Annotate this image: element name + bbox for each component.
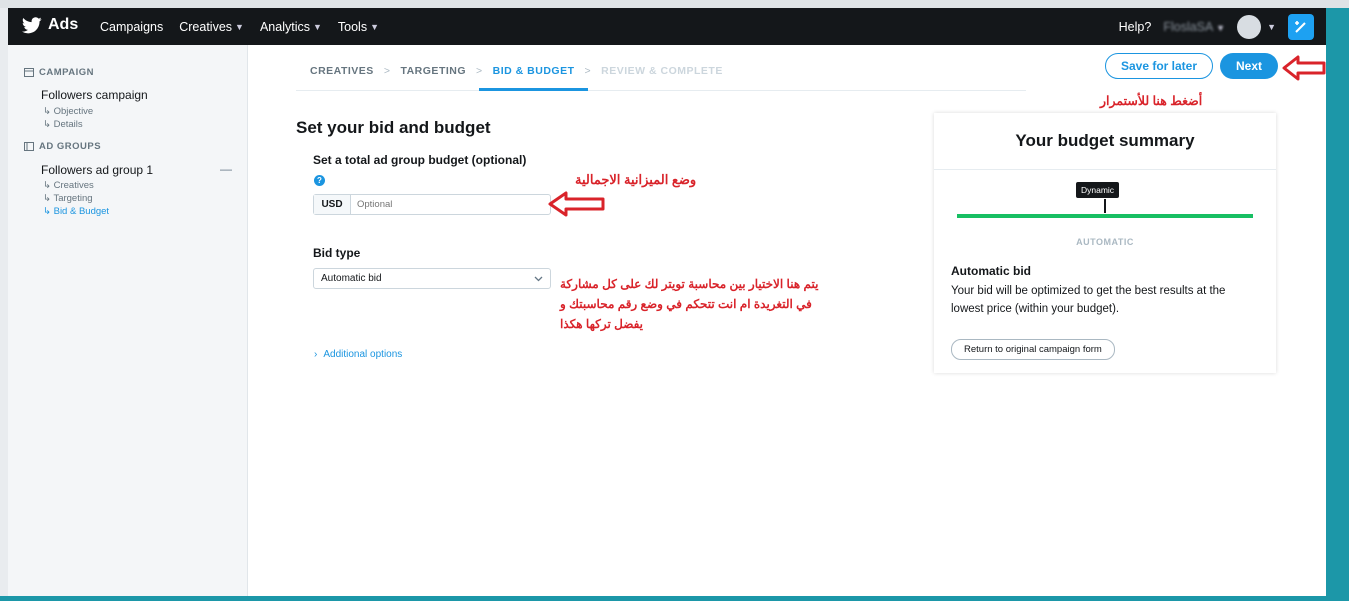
brand-label: Ads — [48, 16, 79, 33]
top-navigation-bar: Ads Campaigns Creatives ▼ Analytics ▼ Tool… — [8, 8, 1326, 45]
chevron-down-icon — [534, 276, 543, 281]
chevron-down-icon: ▼ — [370, 21, 380, 32]
adgroups-heading-label: AD GROUPS — [39, 141, 102, 152]
annotation-next: أضغط هنا للأستمرار — [1100, 94, 1203, 108]
chevron-down-icon: ▼ — [1216, 22, 1226, 33]
adgroups-icon — [24, 142, 34, 151]
twitter-bird-icon — [22, 16, 42, 33]
chevron-down-icon: ▼ — [312, 21, 322, 32]
adgroups-heading: AD GROUPS — [24, 141, 101, 152]
dynamic-marker — [1104, 199, 1106, 213]
sidebar-item-bid-budget[interactable]: ↳ Bid & Budget — [43, 206, 109, 217]
step-separator: > — [584, 65, 592, 77]
help-icon[interactable]: ? — [314, 175, 325, 186]
campaign-sidebar: CAMPAIGN Followers campaign ↳ Objective … — [8, 45, 248, 596]
save-for-later-button[interactable]: Save for later — [1105, 53, 1213, 79]
budget-summary-title: Your budget summary — [934, 113, 1276, 170]
step-separator: > — [383, 65, 391, 77]
step-creatives[interactable]: CREATIVES — [310, 65, 374, 77]
sidebar-item-label: Details — [53, 119, 83, 130]
nav-analytics-label: Analytics — [259, 19, 310, 34]
additional-options-label: Additional options — [323, 349, 403, 360]
account-switcher[interactable]: FloslaSA ▼ — [1163, 20, 1225, 34]
budget-field: USD — [313, 194, 551, 215]
sidebar-item-label: Targeting — [53, 193, 93, 204]
nav-tools[interactable]: Tools ▼ — [338, 20, 379, 34]
active-step-indicator — [479, 88, 588, 91]
compose-icon — [1295, 20, 1306, 33]
page-title: Set your bid and budget — [296, 118, 491, 137]
bid-range-bar — [957, 214, 1253, 218]
nav-tools-label: Tools — [337, 19, 368, 34]
profile-menu[interactable]: ▼ — [1237, 14, 1276, 39]
annotation-bid-line-2: في التغريدة ام انت تتحكم في وضع رقم محاس… — [560, 297, 812, 311]
steps-divider — [296, 90, 1026, 91]
campaign-icon — [24, 68, 34, 77]
annotation-budget: وضع الميزانية الاجمالية — [575, 172, 697, 187]
sidebar-adgroup-name[interactable]: Followers ad group 1 — [41, 163, 153, 177]
budget-input[interactable] — [351, 195, 550, 214]
bid-type-select[interactable]: Automatic bid — [313, 268, 551, 289]
sidebar-campaign-name[interactable]: Followers campaign — [41, 88, 148, 102]
bid-mode-label: AUTOMATIC — [1076, 237, 1134, 247]
chevron-down-icon: ▼ — [1267, 21, 1276, 32]
sidebar-item-objective[interactable]: ↳ Objective — [43, 106, 93, 117]
currency-prefix: USD — [314, 195, 351, 214]
nav-campaigns[interactable]: Campaigns — [100, 20, 163, 34]
nav-creatives-label: Creatives — [179, 19, 233, 34]
nav-campaigns-label: Campaigns — [100, 19, 164, 34]
next-button[interactable]: Next — [1220, 53, 1278, 79]
step-bid-budget[interactable]: BID & BUDGET — [493, 65, 575, 77]
chevron-down-icon: ▼ — [235, 21, 244, 32]
step-review-complete: REVIEW & COMPLETE — [601, 65, 723, 77]
chevron-right-icon: › — [314, 349, 318, 360]
return-to-campaign-form-button[interactable]: Return to original campaign form — [951, 339, 1115, 360]
bid-type-value: Automatic bid — [321, 273, 382, 284]
automatic-bid-description: Your bid will be optimized to get the be… — [951, 285, 1226, 315]
automatic-bid-title: Automatic bid — [951, 264, 1031, 278]
desktop-edge-bottom — [0, 596, 1326, 601]
additional-options-toggle[interactable]: › Additional options — [314, 349, 402, 360]
budget-summary-card: Your budget summary Dynamic AUTOMATIC Au… — [934, 113, 1276, 373]
arrow-left-icon — [548, 191, 605, 217]
arrow-left-icon — [1282, 55, 1326, 81]
sidebar-item-creatives[interactable]: ↳ Creatives — [43, 180, 94, 191]
compose-tweet-button[interactable] — [1288, 13, 1314, 40]
step-separator: > — [476, 65, 483, 77]
progress-steps: CREATIVES > TARGETING > BID & BUDGET > R… — [310, 65, 723, 77]
sidebar-item-label: Objective — [53, 106, 94, 117]
screen-border-top — [0, 0, 1349, 8]
campaign-heading-label: CAMPAIGN — [39, 67, 95, 78]
desktop-edge — [1326, 8, 1349, 601]
dynamic-tag: Dynamic — [1076, 182, 1120, 198]
main-content: CREATIVES > TARGETING > BID & BUDGET > R… — [248, 45, 1326, 596]
twitter-ads-logo[interactable]: Ads — [22, 16, 78, 34]
sidebar-item-targeting[interactable]: ↳ Targeting — [43, 193, 93, 204]
annotation-bid-line-1: يتم هنا الاختيار بين محاسبة تويتر لك على… — [560, 277, 819, 291]
topbar-right: Help? FloslaSA ▼ ▼ — [1119, 8, 1314, 45]
main-nav: Campaigns Creatives ▼ Analytics ▼ Tools ▼ — [100, 8, 379, 45]
sidebar-item-label: Bid & Budget — [53, 206, 110, 217]
nav-creatives[interactable]: Creatives ▼ — [179, 20, 244, 34]
annotation-bid-line-3: يفضل تركها هكذا — [560, 317, 644, 331]
campaign-heading: CAMPAIGN — [24, 67, 94, 78]
bid-type-label: Bid type — [313, 246, 361, 260]
help-link[interactable]: Help? — [1119, 20, 1152, 34]
adgroup-menu-button[interactable]: — — [220, 162, 232, 176]
nav-analytics[interactable]: Analytics ▼ — [260, 20, 322, 34]
sidebar-item-details[interactable]: ↳ Details — [43, 119, 83, 130]
avatar — [1237, 14, 1262, 39]
account-name: FloslaSA — [1163, 19, 1213, 34]
sidebar-item-label: Creatives — [53, 180, 94, 191]
budget-label: Set a total ad group budget (optional) — [313, 153, 527, 167]
step-targeting[interactable]: TARGETING — [400, 65, 466, 77]
